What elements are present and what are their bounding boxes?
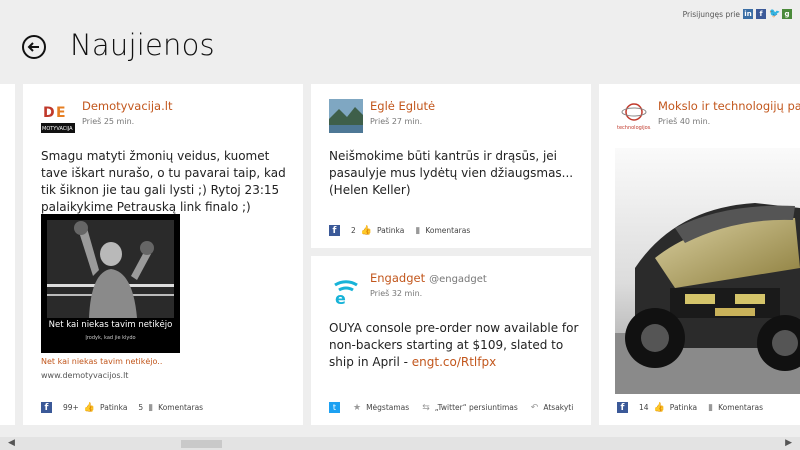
back-button[interactable] bbox=[22, 35, 46, 59]
image-subcaption: Įrodyk, kad jie klydo bbox=[85, 335, 136, 341]
avatar[interactable]: e bbox=[329, 271, 363, 305]
comment-count: 5 bbox=[138, 403, 144, 412]
page-title: Naujienos bbox=[70, 28, 215, 62]
back-arrow-icon bbox=[27, 42, 39, 52]
comment-button[interactable]: Komentaras bbox=[158, 403, 203, 412]
svg-text:E: E bbox=[56, 105, 66, 121]
post-time: Prieš 25 min. bbox=[82, 117, 135, 126]
twitter-icon[interactable]: 🐦 bbox=[769, 9, 780, 19]
scroll-left-icon[interactable]: ◀ bbox=[8, 437, 15, 450]
comment-icon: ▮ bbox=[148, 402, 154, 413]
comment-button[interactable]: Komentaras bbox=[718, 403, 763, 412]
scroll-right-icon[interactable]: ▶ bbox=[785, 437, 792, 450]
post-time: Prieš 32 min. bbox=[370, 289, 423, 298]
reply-button[interactable]: Atsakyti bbox=[543, 403, 573, 412]
login-status: Prisijungęs prie in f 🐦 g bbox=[683, 9, 792, 19]
post-card-egle[interactable]: Eglė Eglutė Prieš 27 min. Neišmokime būt… bbox=[311, 84, 591, 248]
post-image[interactable] bbox=[615, 148, 800, 394]
post-card-engadget[interactable]: e Engadget @engadget Prieš 32 min. OUYA c… bbox=[311, 256, 591, 425]
post-text: Smagu matyti žmonių veidus, kuomet tave … bbox=[41, 149, 286, 214]
retweet-icon: ⇆ bbox=[422, 402, 430, 413]
top-bar: Prisijungęs prie in f 🐦 g Naujienos bbox=[0, 0, 800, 84]
retweet-button[interactable]: „Twitter“ persiuntimas bbox=[435, 403, 518, 412]
technologijos-logo-icon: technologijos.lt bbox=[617, 99, 651, 133]
linkedin-icon[interactable]: in bbox=[743, 9, 753, 19]
like-count: 14 bbox=[639, 403, 649, 412]
post-actions: f 2 👍 Patinka ▮ Komentaras bbox=[329, 225, 470, 236]
reply-icon: ↶ bbox=[530, 402, 539, 413]
post-text: Neišmokime būti kantrūs ir drąsūs, jei p… bbox=[329, 149, 574, 197]
source-name-text[interactable]: Engadget bbox=[370, 271, 425, 285]
favorite-button[interactable]: Mėgstamas bbox=[366, 403, 409, 412]
like-button[interactable]: Patinka bbox=[377, 226, 404, 235]
post-actions: f 14 👍 Patinka ▮ Komentaras bbox=[617, 402, 763, 413]
avatar[interactable] bbox=[329, 99, 363, 133]
comment-icon: ▮ bbox=[415, 225, 421, 236]
facebook-icon: f bbox=[329, 225, 340, 236]
post-actions: t ★ Mėgstamas ⇆ „Twitter“ persiuntimas ↶… bbox=[329, 402, 573, 413]
scroll-thumb[interactable] bbox=[181, 440, 222, 448]
login-label: Prisijungęs prie bbox=[682, 9, 740, 19]
partial-card-left[interactable] bbox=[0, 84, 15, 425]
svg-text:technologijos.lt: technologijos.lt bbox=[617, 125, 651, 131]
avatar[interactable]: technologijos.lt bbox=[617, 99, 651, 133]
concept-car-photo-icon bbox=[615, 148, 800, 394]
like-count: 2 bbox=[351, 226, 356, 235]
source-name[interactable]: Mokslo ir technologijų pasaulis bbox=[658, 99, 800, 113]
like-count: 99+ bbox=[63, 403, 79, 412]
facebook-icon[interactable]: f bbox=[756, 9, 766, 19]
post-text: OUYA console pre-order now available for… bbox=[329, 320, 579, 371]
boxer-photo-icon bbox=[47, 220, 174, 318]
svg-text:D: D bbox=[43, 105, 55, 121]
post-card-technologijos[interactable]: technologijos.lt Mokslo ir technologijų … bbox=[599, 84, 800, 425]
star-icon: ★ bbox=[353, 402, 362, 413]
post-time: Prieš 27 min. bbox=[370, 117, 423, 126]
facebook-icon: f bbox=[41, 402, 52, 413]
demotyvacija-logo-icon: D E MOTYVACIJA bbox=[41, 99, 75, 133]
post-link[interactable]: engt.co/Rtlfpx bbox=[412, 355, 496, 369]
svg-text:e: e bbox=[335, 289, 346, 305]
thumbs-up-icon: 👍 bbox=[360, 225, 372, 236]
svg-text:MOTYVACIJA: MOTYVACIJA bbox=[42, 126, 73, 132]
landscape-photo-icon bbox=[329, 99, 363, 133]
facebook-icon: f bbox=[617, 402, 628, 413]
comment-icon: ▮ bbox=[708, 402, 714, 413]
horizontal-scrollbar[interactable]: ◀ ▶ bbox=[0, 437, 800, 450]
post-image[interactable]: Net kai niekas tavim netikėjo Įrodyk, ka… bbox=[41, 214, 180, 353]
post-time: Prieš 40 min. bbox=[658, 117, 711, 126]
source-name[interactable]: Engadget @engadget bbox=[370, 271, 487, 285]
like-button[interactable]: Patinka bbox=[100, 403, 127, 412]
twitter-icon: t bbox=[329, 402, 340, 413]
link-title[interactable]: Net kai niekas tavim netikėjo.. bbox=[41, 357, 162, 366]
link-url[interactable]: www.demotyvacijos.lt bbox=[41, 371, 128, 380]
post-actions: f 99+ 👍 Patinka 5 ▮ Komentaras bbox=[41, 402, 203, 413]
source-name[interactable]: Eglė Eglutė bbox=[370, 99, 435, 113]
avatar[interactable]: D E MOTYVACIJA bbox=[41, 99, 75, 133]
google-icon[interactable]: g bbox=[782, 9, 792, 19]
comment-button[interactable]: Komentaras bbox=[425, 226, 470, 235]
thumbs-up-icon: 👍 bbox=[653, 402, 665, 413]
like-button[interactable]: Patinka bbox=[670, 403, 697, 412]
image-caption: Net kai niekas tavim netikėjo bbox=[48, 320, 173, 330]
thumbs-up-icon: 👍 bbox=[83, 402, 96, 413]
source-name[interactable]: Demotyvacija.lt bbox=[82, 99, 172, 113]
post-card-demotyvacija[interactable]: D E MOTYVACIJA Demotyvacija.lt Prieš 25 … bbox=[23, 84, 303, 425]
source-handle: @engadget bbox=[429, 274, 487, 285]
engadget-logo-icon: e bbox=[329, 271, 363, 305]
